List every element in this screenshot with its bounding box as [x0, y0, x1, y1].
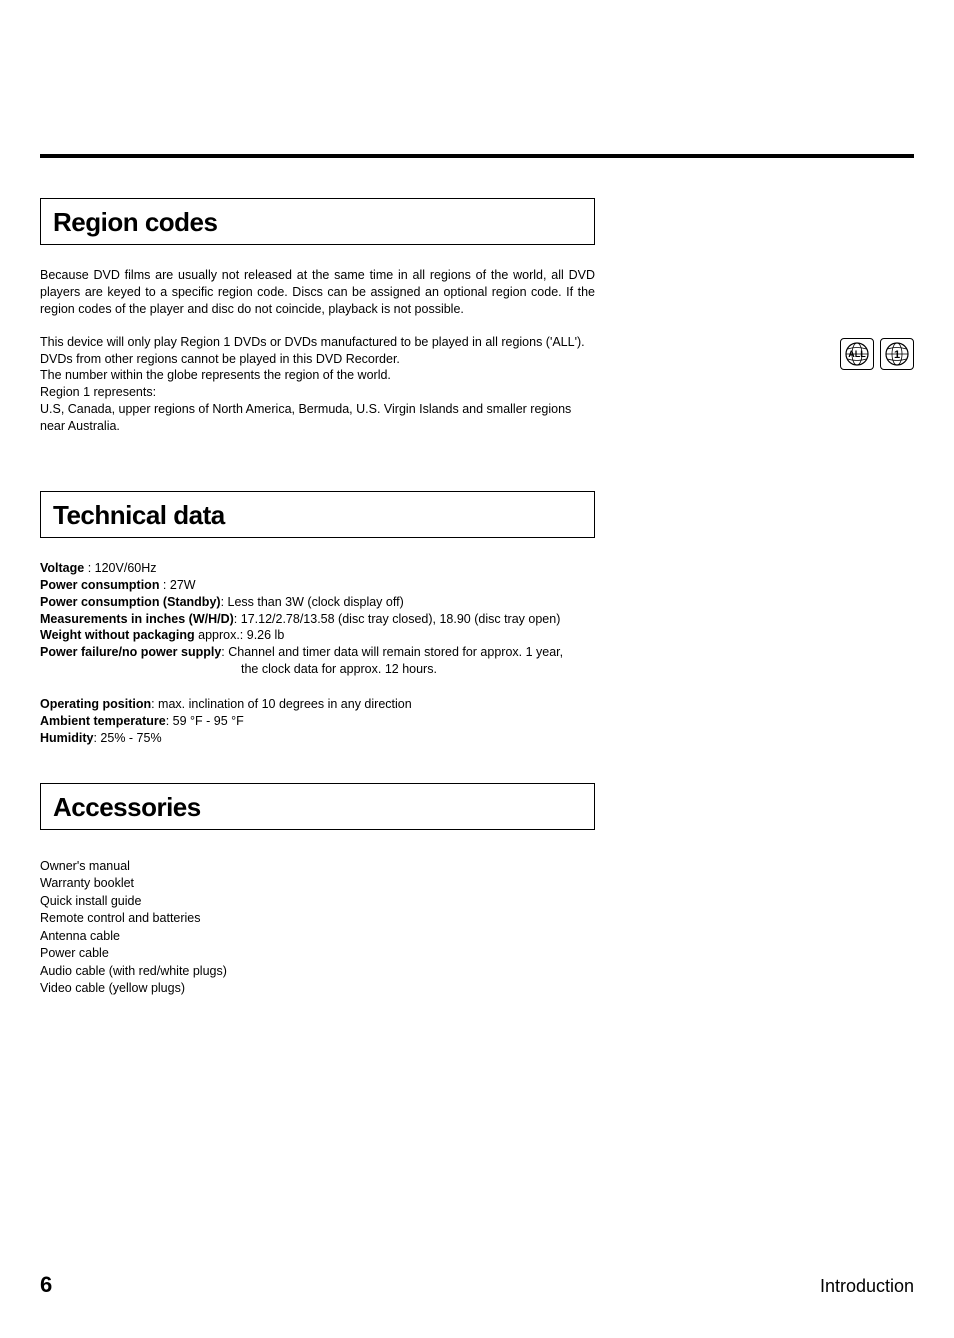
list-item: Audio cable (with red/white plugs)	[40, 963, 914, 981]
list-item: Owner's manual	[40, 858, 914, 876]
list-item: Warranty booklet	[40, 875, 914, 893]
horizontal-rule	[40, 154, 914, 158]
heading-accessories: Accessories	[53, 792, 582, 823]
region-line1: This device will only play Region 1 DVDs…	[40, 334, 590, 351]
page-footer: 6 Introduction	[40, 1272, 914, 1298]
list-item: Quick install guide	[40, 893, 914, 911]
list-item: Remote control and batteries	[40, 910, 914, 928]
svg-text:ALL: ALL	[848, 349, 866, 359]
tech-power-standby: Power consumption (Standby): Less than 3…	[40, 594, 620, 611]
tech-ambient: Ambient temperature: 59 °F - 95 °F	[40, 713, 620, 730]
region-line2: DVDs from other regions cannot be played…	[40, 351, 590, 368]
list-item: Antenna cable	[40, 928, 914, 946]
region-row: This device will only play Region 1 DVDs…	[40, 334, 914, 451]
region-1-icon: 1	[880, 338, 914, 370]
heading-technical: Technical data	[53, 500, 582, 531]
technical-block-1: Voltage : 120V/60Hz Power consumption : …	[40, 560, 620, 678]
tech-power-failure: Power failure/no power supply: Channel a…	[40, 644, 620, 661]
svg-text:1: 1	[894, 349, 900, 361]
accessories-list: Owner's manual Warranty booklet Quick in…	[40, 858, 914, 998]
region-line3: The number within the globe represents t…	[40, 367, 590, 384]
page-number: 6	[40, 1272, 52, 1298]
tech-power-failure-2: the clock data for approx. 12 hours.	[241, 661, 620, 678]
heading-region: Region codes	[53, 207, 582, 238]
section-heading-region: Region codes	[40, 198, 595, 245]
region-icons: ALL 1	[840, 338, 914, 370]
tech-voltage: Voltage : 120V/60Hz	[40, 560, 620, 577]
tech-humidity: Humidity: 25% - 75%	[40, 730, 620, 747]
region-all-icon: ALL	[840, 338, 874, 370]
tech-power: Power consumption : 27W	[40, 577, 620, 594]
technical-block-2: Operating position: max. inclination of …	[40, 696, 620, 747]
list-item: Power cable	[40, 945, 914, 963]
list-item: Video cable (yellow plugs)	[40, 980, 914, 998]
tech-measurements: Measurements in inches (W/H/D): 17.12/2.…	[40, 611, 620, 628]
footer-section-label: Introduction	[820, 1276, 914, 1297]
page-content: Region codes Because DVD films are usual…	[40, 198, 914, 998]
region-para1: Because DVD films are usually not releas…	[40, 267, 595, 318]
region-line4: Region 1 represents:	[40, 384, 590, 401]
region-line5: U.S, Canada, upper regions of North Amer…	[40, 401, 590, 435]
section-heading-technical: Technical data	[40, 491, 595, 538]
tech-operating: Operating position: max. inclination of …	[40, 696, 620, 713]
tech-weight: Weight without packaging approx.: 9.26 l…	[40, 627, 620, 644]
region-para2: This device will only play Region 1 DVDs…	[40, 334, 590, 435]
section-heading-accessories: Accessories	[40, 783, 595, 830]
